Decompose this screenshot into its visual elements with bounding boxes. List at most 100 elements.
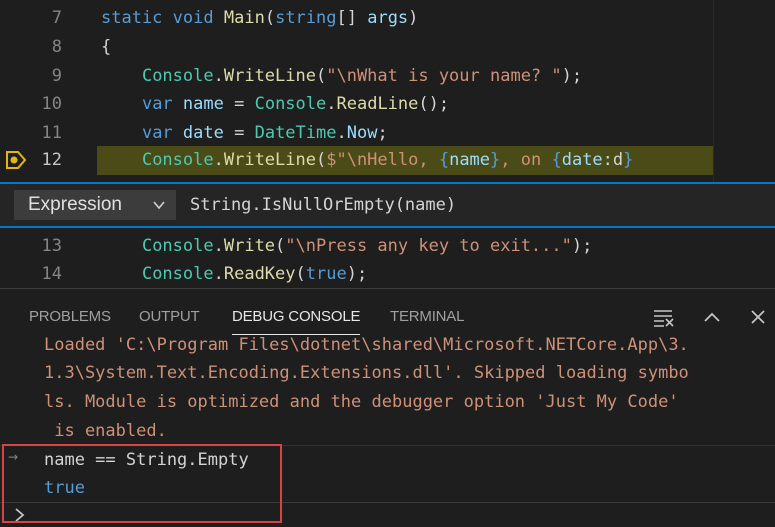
code-token: Write [223, 236, 276, 256]
console-output-line: Loaded 'C:\Program Files\dotnet\shared\M… [44, 335, 689, 355]
code-token: DateTime [254, 123, 337, 143]
editor-minimap[interactable] [713, 0, 775, 185]
code-line[interactable]: 13 Console.Write("\nPress any key to exi… [0, 232, 713, 261]
code-token: . [213, 66, 224, 86]
code-token: ReadKey [223, 264, 296, 284]
console-output-line: ls. Module is optimized and the debugger… [44, 392, 679, 412]
code-token: ) [408, 8, 419, 28]
tab-debug-console-label: DEBUG CONSOLE [232, 308, 361, 325]
console-output-line: is enabled. [44, 421, 167, 441]
code-token: . [336, 123, 347, 143]
code-token: ); [561, 66, 583, 86]
code-token: ( [275, 236, 286, 256]
code-token: ReadLine [336, 94, 419, 114]
breakpoint-arrow-icon[interactable] [6, 151, 26, 169]
vscode-window: 7 static void Main(string[] args) 8{9 Cons… [0, 0, 775, 527]
code-token: WriteLine [223, 150, 316, 170]
code-line[interactable]: 9 Console.WriteLine("\nWhat is your name… [0, 62, 713, 91]
code-line[interactable]: 10 var name = Console.ReadLine(); [0, 90, 713, 119]
code-token: var [141, 94, 173, 114]
code-token: ); [346, 264, 368, 284]
code-token: Console [141, 236, 214, 256]
code-token: void [172, 8, 214, 28]
code-text[interactable]: Console.WriteLine($"\nHello, {name}, on … [101, 146, 633, 175]
breakpoint-expression-input[interactable]: String.IsNullOrEmpty(name) [190, 190, 456, 220]
code-token: name [449, 150, 491, 170]
code-token: string [275, 8, 337, 28]
code-token: { [101, 37, 112, 57]
code-token: ( [315, 66, 327, 86]
code-token: var [141, 123, 173, 143]
tab-output[interactable]: OUTPUT [139, 308, 200, 325]
code-token: = [223, 94, 255, 114]
code-token: [] [336, 8, 368, 28]
code-token: Console [141, 66, 214, 86]
code-token: "\nPress any key to exit..." [285, 236, 572, 256]
code-text[interactable]: var name = Console.ReadLine(); [101, 90, 449, 119]
code-token: . [213, 264, 224, 284]
code-text[interactable]: var date = DateTime.Now; [101, 119, 388, 148]
code-token: { [551, 150, 562, 170]
highlight-callout-box [2, 444, 282, 523]
line-number[interactable]: 13 [0, 232, 62, 261]
breakpoint-type-dropdown[interactable]: Expression [14, 190, 176, 220]
code-token: Console [141, 150, 214, 170]
breakpoint-condition-widget: Expression String.IsNullOrEmpty(name) [0, 182, 775, 228]
line-number[interactable]: 7 [0, 4, 62, 33]
breakpoint-type-label: Expression [28, 194, 122, 215]
code-token: , on [500, 150, 552, 170]
code-line[interactable]: 7 static void Main(string[] args) [0, 4, 713, 33]
code-token: ( [295, 264, 306, 284]
line-number[interactable]: 8 [0, 33, 62, 62]
code-token: ; [377, 123, 388, 143]
code-token: Now [346, 123, 378, 143]
maximize-panel-icon[interactable] [700, 305, 724, 329]
close-panel-icon[interactable] [746, 305, 770, 329]
code-token: Console [141, 264, 214, 284]
code-token: { [438, 150, 450, 170]
chevron-down-icon [153, 201, 165, 210]
code-token: date [561, 150, 603, 170]
code-text[interactable]: Console.WriteLine("\nWhat is your name? … [101, 62, 582, 91]
tab-terminal[interactable]: TERMINAL [390, 308, 464, 325]
code-token: $"\nHello, [326, 150, 439, 170]
code-token: = [223, 123, 255, 143]
line-number[interactable]: 10 [0, 90, 62, 119]
tab-problems-label: PROBLEMS [29, 308, 111, 325]
line-number[interactable]: 11 [0, 119, 62, 148]
code-token: name [182, 94, 224, 114]
line-number[interactable]: 9 [0, 62, 62, 91]
code-text[interactable]: Console.Write("\nPress any key to exit..… [101, 232, 592, 261]
code-token: . [326, 94, 337, 114]
code-token: WriteLine [223, 66, 316, 86]
tab-problems[interactable]: PROBLEMS [29, 308, 111, 325]
code-token: Main [223, 8, 265, 28]
code-token: static [101, 8, 163, 28]
tab-terminal-label: TERMINAL [390, 308, 465, 325]
code-token: args [367, 8, 409, 28]
code-token: :d [602, 150, 624, 170]
code-line[interactable]: 12 Console.WriteLine($"\nHello, {name}, … [0, 146, 713, 175]
code-line[interactable]: 14 Console.ReadKey(true); [0, 260, 713, 289]
code-token: (); [418, 94, 450, 114]
code-token: Console [254, 94, 327, 114]
code-token: ( [264, 8, 276, 28]
tab-debug-console[interactable]: DEBUG CONSOLE [232, 308, 361, 335]
code-text[interactable]: Console.ReadKey(true); [101, 260, 367, 289]
code-text[interactable]: { [101, 33, 111, 62]
code-text[interactable]: static void Main(string[] args) [101, 4, 418, 33]
clear-console-icon[interactable] [652, 305, 676, 329]
line-number[interactable]: 14 [0, 260, 62, 289]
code-line[interactable]: 11 var date = DateTime.Now; [0, 119, 713, 148]
code-token: . [213, 236, 224, 256]
code-line[interactable]: 8{ [0, 33, 713, 62]
